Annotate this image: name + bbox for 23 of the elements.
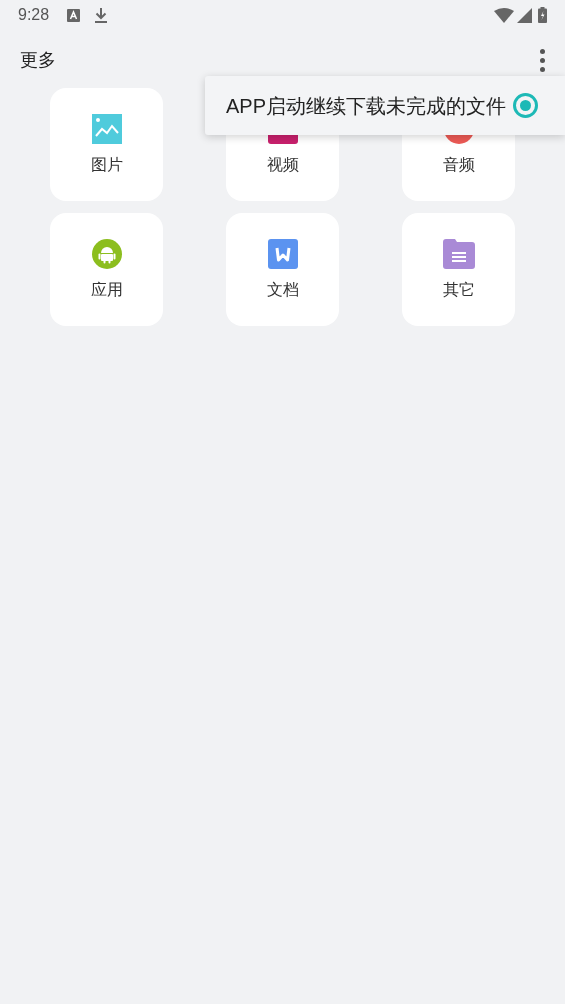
battery-icon	[538, 7, 547, 23]
category-tile[interactable]: 应用	[50, 213, 163, 326]
radio-button[interactable]	[513, 93, 538, 118]
category-tile[interactable]: 文档	[226, 213, 339, 326]
document-icon	[267, 239, 298, 269]
category-label: 视频	[266, 155, 299, 175]
category-label: 文档	[266, 280, 299, 300]
android-icon	[91, 239, 122, 269]
signal-icon	[517, 7, 532, 23]
notification-icon	[67, 8, 81, 22]
download-icon	[94, 7, 109, 23]
wifi-icon	[494, 7, 514, 23]
category-label: 应用	[90, 280, 123, 300]
page-title: 更多	[20, 48, 56, 72]
category-label: 音频	[442, 155, 475, 175]
category-label: 其它	[442, 280, 475, 300]
category-tile[interactable]: 图片	[50, 88, 163, 201]
folder-icon	[442, 239, 475, 269]
menu-item[interactable]: APP启动继续下载未完成的文件	[205, 76, 565, 135]
category-tile[interactable]: 其它	[402, 213, 515, 326]
status-time: 9:28	[18, 5, 50, 25]
category-label: 图片	[90, 155, 123, 175]
image-icon	[91, 114, 122, 144]
